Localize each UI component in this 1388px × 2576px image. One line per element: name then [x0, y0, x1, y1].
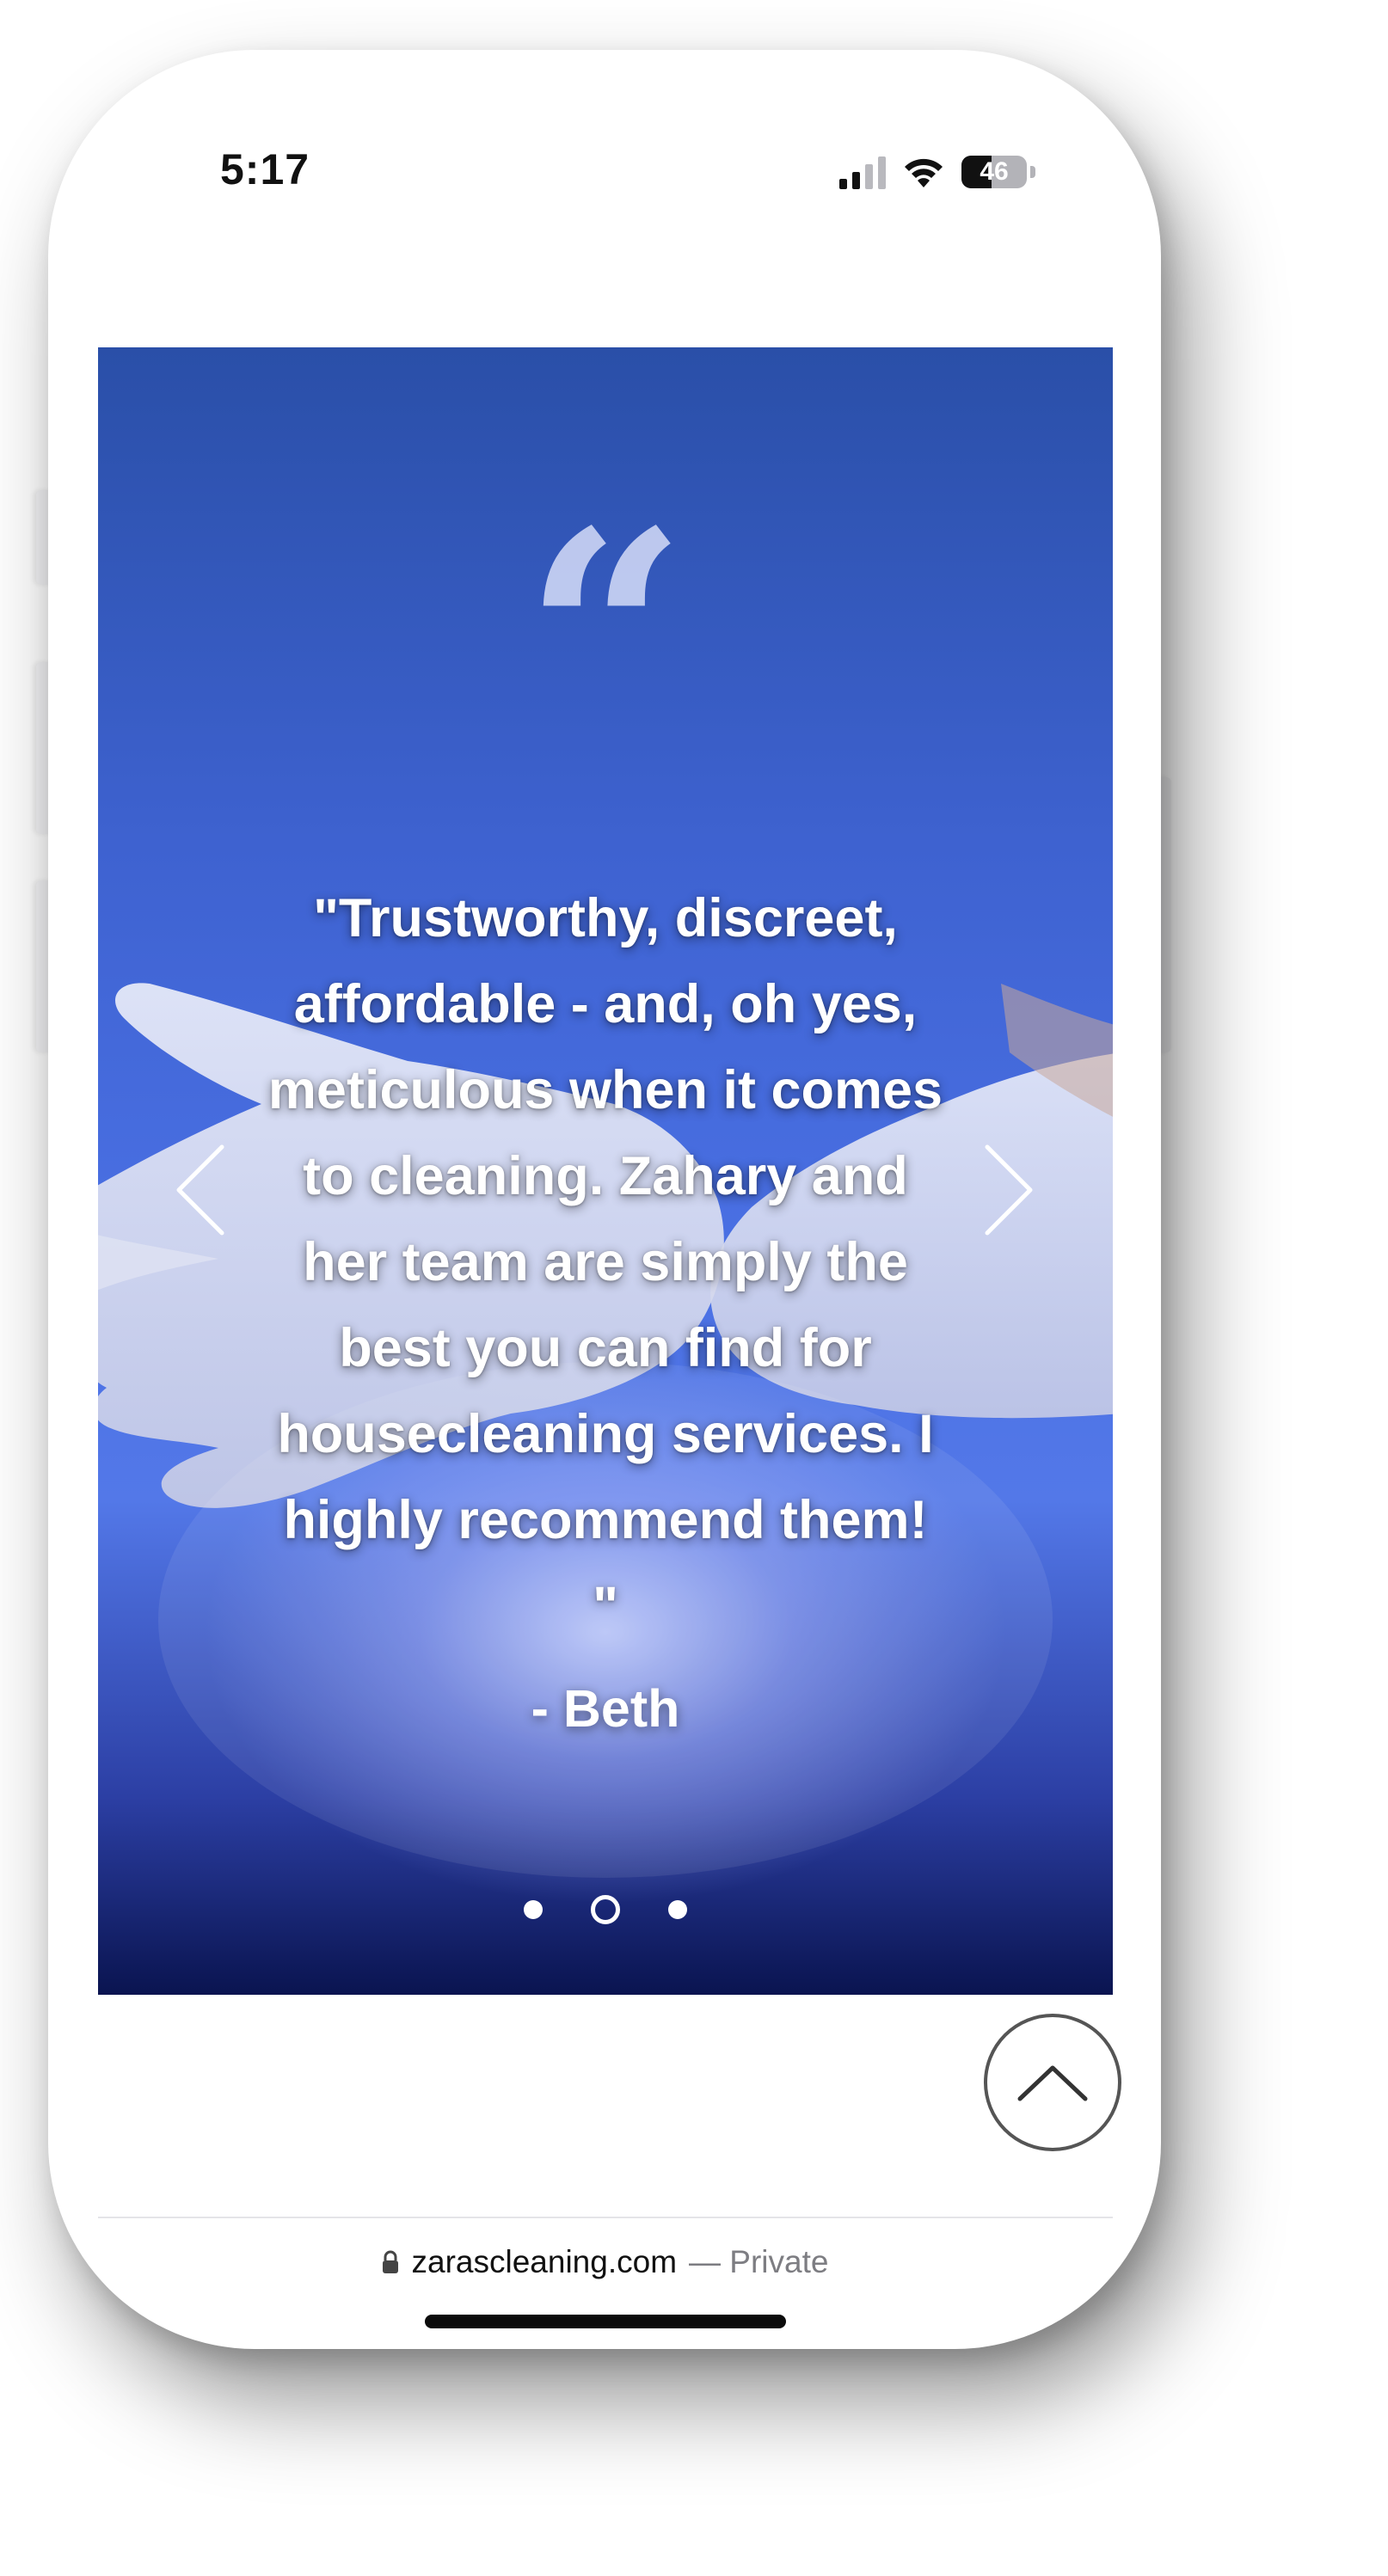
- previous-slide-button[interactable]: [165, 1121, 243, 1259]
- url-domain: zarascleaning.com: [411, 2244, 678, 2279]
- address-bar[interactable]: zarascleaning.com — Private: [48, 2244, 1161, 2280]
- chevron-right-icon: [985, 1144, 1033, 1236]
- next-slide-button[interactable]: [967, 1121, 1044, 1259]
- chevron-left-icon: [176, 1144, 224, 1236]
- phone-frame: 5:17 46 “ "Trustworthy, discreet, afford…: [48, 50, 1161, 2349]
- battery-level: 46: [980, 157, 1009, 186]
- home-indicator[interactable]: [425, 2315, 786, 2328]
- status-icons: 46: [839, 146, 1035, 198]
- carousel-dot[interactable]: [668, 1900, 687, 1919]
- private-browsing-label: — Private: [689, 2244, 829, 2279]
- chevron-up-icon: [1017, 2065, 1088, 2101]
- carousel-dot-active[interactable]: [591, 1895, 620, 1924]
- carousel-dots: [98, 1895, 1113, 1924]
- lock-icon: [382, 2250, 398, 2273]
- wifi-icon: [905, 158, 943, 187]
- signal-icon: [839, 155, 886, 189]
- battery-tip: [1030, 166, 1035, 178]
- status-time: 5:17: [220, 145, 310, 193]
- testimonial-quote: "Trustworthy, discreet, affordable - and…: [267, 888, 943, 1636]
- testimonial-slider[interactable]: “ "Trustworthy, discreet, affordable - a…: [98, 347, 1113, 1995]
- carousel-dot[interactable]: [524, 1900, 543, 1919]
- screenshot-canvas: 5:17 46 “ "Trustworthy, discreet, afford…: [0, 0, 1388, 2576]
- toolbar-divider: [98, 2217, 1113, 2218]
- battery-icon: 46: [961, 156, 1027, 188]
- quote-mark-icon: “: [524, 469, 687, 802]
- scroll-to-top-button[interactable]: [984, 2014, 1121, 2151]
- testimonial-author: - Beth: [531, 1679, 680, 1738]
